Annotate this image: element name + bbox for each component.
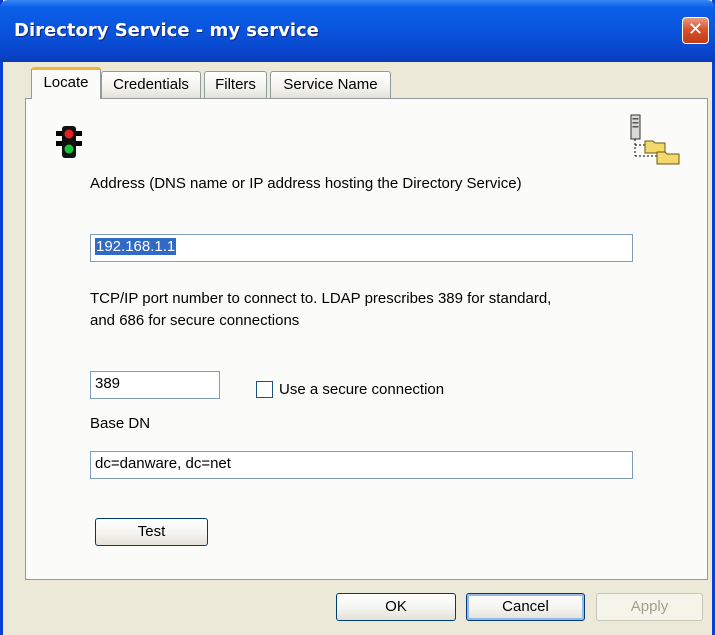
- test-button[interactable]: Test: [95, 518, 208, 546]
- locate-tab-panel: [25, 98, 708, 580]
- port-value: 389: [95, 375, 121, 392]
- base-dn-input[interactable]: dc=danware, dc=net: [90, 451, 633, 479]
- close-button[interactable]: ✕: [682, 17, 709, 44]
- title-bar[interactable]: Directory Service - my service ✕: [0, 0, 715, 62]
- secure-connection-label[interactable]: Use a secure connection: [279, 381, 444, 398]
- tab-filters[interactable]: Filters: [204, 71, 267, 98]
- secure-connection-checkbox[interactable]: [256, 381, 273, 398]
- traffic-light-icon: [56, 126, 82, 158]
- base-dn-value: dc=danware, dc=net: [95, 455, 231, 472]
- dialog-window: Directory Service - my service ✕ Credent…: [0, 0, 715, 635]
- tab-locate[interactable]: Locate: [31, 67, 101, 99]
- address-input[interactable]: 192.168.1.1: [90, 234, 633, 262]
- address-value: 192.168.1.1: [95, 238, 177, 255]
- port-input[interactable]: 389: [90, 371, 220, 399]
- cancel-button[interactable]: Cancel: [466, 593, 585, 621]
- window-title: Directory Service - my service: [14, 20, 319, 41]
- tab-credentials[interactable]: Credentials: [101, 71, 201, 98]
- directory-tree-icon: [630, 114, 680, 165]
- tab-service-name[interactable]: Service Name: [270, 71, 391, 98]
- apply-button[interactable]: Apply: [596, 593, 703, 621]
- close-icon: ✕: [687, 19, 704, 40]
- port-description-line1: TCP/IP port number to connect to. LDAP p…: [90, 290, 552, 307]
- base-dn-label: Base DN: [90, 415, 151, 432]
- port-description-line2: and 686 for secure connections: [90, 312, 300, 329]
- address-label: Address (DNS name or IP address hosting …: [90, 175, 522, 192]
- ok-button[interactable]: OK: [336, 593, 456, 621]
